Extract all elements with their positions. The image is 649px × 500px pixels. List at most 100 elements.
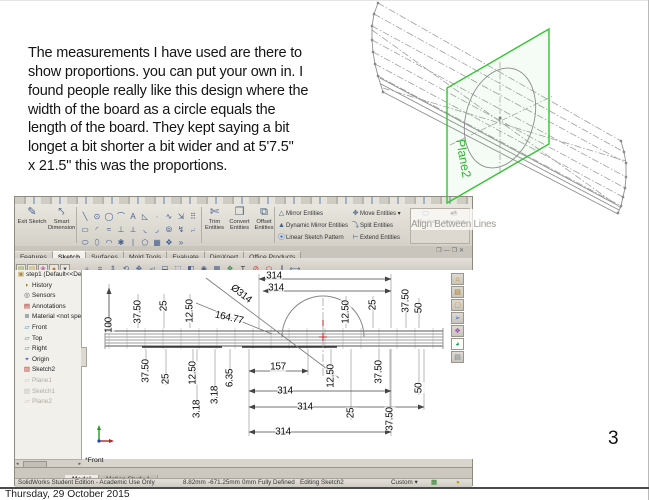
view-orientation-label: *Front xyxy=(85,457,104,464)
feature-manager-tree: ▣step1 (Default<<Defa◗History◎Sensors▤An… xyxy=(15,270,82,459)
exit-sketch-button[interactable]: ✎ Exit Sketch xyxy=(17,206,47,225)
dimension-37.50[interactable]: 37.50 xyxy=(374,360,385,384)
board-profile-lines[interactable] xyxy=(105,328,443,349)
tree-item-sensors[interactable]: ◎Sensors xyxy=(15,291,81,302)
dimension-314[interactable]: 314 xyxy=(277,386,293,397)
dimension-25[interactable]: 25 xyxy=(368,300,379,311)
plane-icon: ▱ xyxy=(23,397,31,408)
dimension-12.50[interactable]: 12.50 xyxy=(188,361,199,385)
page-number: 3 xyxy=(608,428,619,450)
offset-entities-label: Offset Entities xyxy=(253,219,275,232)
plane-icon: ▱ xyxy=(23,334,31,345)
dimension-314[interactable]: 314 xyxy=(297,402,313,413)
dimension-3.18[interactable]: 3.18 xyxy=(210,386,221,404)
trim-entities-icon: ✄ xyxy=(203,206,226,219)
tree-item-label: Sketch1 xyxy=(32,388,55,395)
dimension-12.50[interactable]: 12.50 xyxy=(326,364,337,388)
tree-item-top[interactable]: ▱Top xyxy=(15,334,81,345)
task-pane-tab-strip: ⌂▤▢➢❖◕▤ xyxy=(451,273,465,364)
solidworks-resources-tab[interactable]: ⌂ xyxy=(451,273,464,285)
tree-item-plane2[interactable]: ▱Plane2 xyxy=(15,397,81,408)
dimension-12.50[interactable]: 12.50 xyxy=(185,299,196,323)
dimension-6.35[interactable]: 6.35 xyxy=(225,369,236,387)
graphics-area[interactable]: 10037.502512.50314314Ø314164.7712.502537… xyxy=(82,270,474,459)
tree-item-history[interactable]: ◗History xyxy=(15,281,81,292)
dimension-314[interactable]: 314 xyxy=(275,427,291,438)
custom-dropdown[interactable]: Custom ▾ xyxy=(391,479,418,487)
convert-entities-label: Convert Entities xyxy=(227,219,252,232)
tree-item-label: Plane1 xyxy=(32,377,52,384)
design-library-tab[interactable]: ▤ xyxy=(451,286,464,298)
tree-item-label: Right xyxy=(32,345,47,352)
dimension-25[interactable]: 25 xyxy=(346,408,357,419)
view-palette-tab[interactable]: ❖ xyxy=(451,325,464,337)
tree-item-right[interactable]: ▱Right xyxy=(15,344,81,355)
tree-item-plane1[interactable]: ▱Plane1 xyxy=(15,376,81,387)
file-explorer-tab[interactable]: ▢ xyxy=(451,299,464,311)
exit-sketch-icon: ✎ xyxy=(17,206,47,219)
dimension-50[interactable]: 50 xyxy=(414,303,425,314)
sketch-state: Fully Defined xyxy=(258,479,295,487)
smart-dimension-label: Smart Dimension xyxy=(48,219,75,232)
solidworks-window: ✎ Exit Sketch ⤣ Smart Dimension ╲⊙◯⌒A◺∙∿… xyxy=(14,196,473,486)
sheet-status-icon[interactable]: ▦ xyxy=(431,479,437,487)
part-icon: ▣ xyxy=(17,270,25,281)
tree-item-sketch2[interactable]: ▨Sketch2 xyxy=(15,365,81,376)
dimension-25[interactable]: 25 xyxy=(161,374,172,385)
dimension-37.50[interactable]: 37.50 xyxy=(133,300,144,324)
dock-window-controls[interactable]: ❐―❐✕ xyxy=(436,247,466,254)
panel-splitter-handle[interactable] xyxy=(81,347,87,367)
tree-item-label: Top xyxy=(32,335,42,342)
convert-entities-button[interactable]: ❐ Convert Entities xyxy=(227,206,252,232)
help-status-icon[interactable]: ● xyxy=(456,479,460,487)
smart-dimension-icon: ⤣ xyxy=(48,206,75,219)
tree-item-annotations[interactable]: ▤Annotations xyxy=(15,302,81,313)
tree-item-label: Material <not specifie xyxy=(32,313,81,320)
tree-item-origin[interactable]: ⌖Origin xyxy=(15,355,81,366)
tree-item-step1-default-defa[interactable]: ▣step1 (Default<<Defa xyxy=(15,270,81,281)
dimension-37.50[interactable]: 37.50 xyxy=(401,289,412,313)
tree-item-front[interactable]: ▱Front xyxy=(15,323,81,334)
dimension-37.50[interactable]: 37.50 xyxy=(141,359,152,383)
origin-icon: ⌖ xyxy=(23,355,31,366)
custom-properties-tab[interactable]: ▤ xyxy=(451,351,464,363)
dimension-100[interactable]: 100 xyxy=(104,317,115,333)
dimension-314[interactable]: 314 xyxy=(268,283,284,294)
smart-dimension-button[interactable]: ⤣ Smart Dimension xyxy=(48,206,75,232)
plane-icon: ▱ xyxy=(23,376,31,387)
coord-z: 0mm xyxy=(242,479,256,487)
mirror-entities-icon: △ xyxy=(277,208,286,220)
sensors-icon: ◎ xyxy=(23,291,31,302)
sketch-icon: ▨ xyxy=(23,387,31,398)
plane-icon: ▱ xyxy=(23,344,31,355)
linear-pattern-icon: ⦿ xyxy=(277,232,286,244)
editing-label: Editing Sketch2 xyxy=(300,479,344,487)
trim-small-icon[interactable]: ⨬ xyxy=(187,223,199,236)
trim-entities-label: Trim Entities xyxy=(203,219,226,232)
trim-entities-button[interactable]: ✄ Trim Entities xyxy=(203,206,226,232)
offset-entities-icon: ⧉ xyxy=(253,206,275,219)
origin-triad xyxy=(97,425,114,443)
dimension-25[interactable]: 25 xyxy=(159,301,170,312)
tree-item-sketch1[interactable]: ▨Sketch1 xyxy=(15,387,81,398)
tree-item-label: Plane2 xyxy=(32,398,52,405)
offset-entities-button[interactable]: ⧉ Offset Entities xyxy=(253,206,275,232)
board-3d-wireframe: Plane2 xyxy=(335,0,649,238)
dimension-37.50[interactable]: 37.50 xyxy=(385,407,396,431)
appearances-tab[interactable]: ◕ xyxy=(451,338,464,350)
slide-paragraph: The measurements I have used are there t… xyxy=(28,44,373,176)
dimension-157[interactable]: 157 xyxy=(270,362,286,373)
search-tab[interactable]: ➢ xyxy=(451,312,464,324)
sketch-entities-grid: ╲⊙◯⌒A◺∙∿⇲⠿▭◜≈⊥⟂◟◞⦾↯⨬⬭⬯◠✱∣⬠▦❖» xyxy=(79,206,199,245)
tree-item-label: Origin xyxy=(32,356,49,363)
dimension-50[interactable]: 50 xyxy=(414,383,425,394)
coord-y: -671.25mm xyxy=(208,479,240,487)
tree-item-material-not-specifie[interactable]: ≣Material <not specifie xyxy=(15,312,81,323)
tree-item-label: Sketch2 xyxy=(32,366,55,373)
tree-item-label: History xyxy=(32,282,52,289)
dimension-12.50[interactable]: 12.50 xyxy=(341,300,352,324)
dimension-314[interactable]: 314 xyxy=(266,271,282,282)
convert-entities-icon: ❐ xyxy=(227,206,252,219)
dimension-3.18[interactable]: 3.18 xyxy=(192,400,203,418)
tree-item-label: Front xyxy=(32,324,47,331)
